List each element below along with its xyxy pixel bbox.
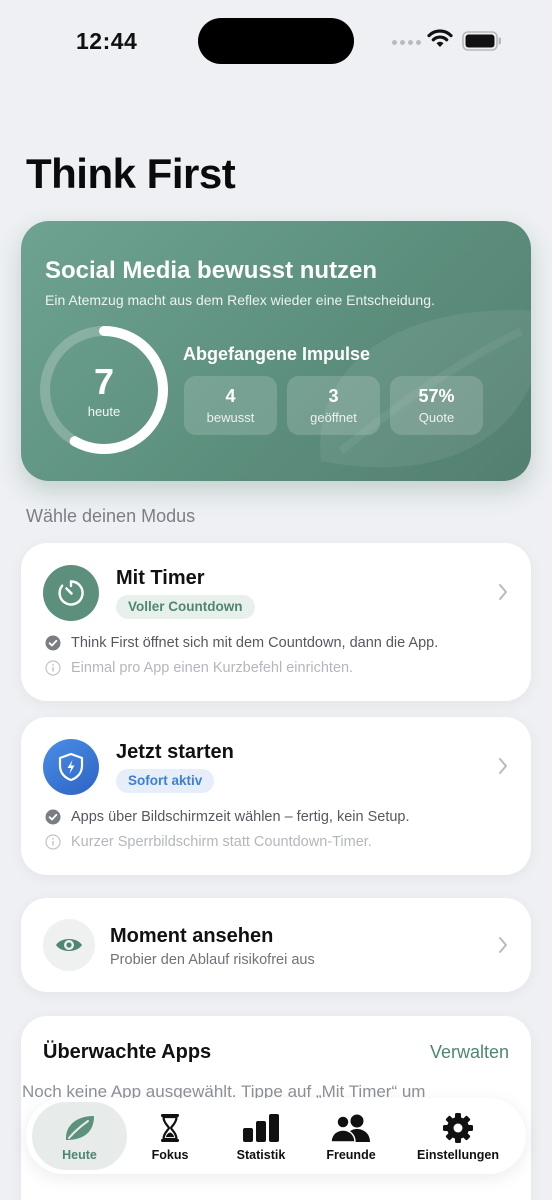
info-text: Einmal pro App einen Kurzbefehl einricht… — [71, 660, 354, 676]
battery-icon — [462, 31, 501, 51]
check-text: Apps über Bildschirmzeit wählen – fertig… — [71, 809, 410, 825]
stat-quote: 57% Quote — [390, 376, 483, 435]
mode-badge: Sofort aktiv — [116, 769, 215, 793]
ring-count: 7 — [93, 361, 115, 402]
stat-value: 4 — [225, 386, 236, 406]
watched-apps-title: Überwachte Apps — [43, 1041, 212, 1063]
tab-label: Statistik — [236, 1148, 286, 1162]
tab-label: Fokus — [151, 1148, 189, 1162]
info-text: Kurzer Sperrbildschirm statt Countdown-T… — [71, 834, 372, 850]
tab-bar: Heute Fokus Statistik Freunde Einstellun… — [26, 1098, 526, 1174]
mode-info-line: Einmal pro App einen Kurzbefehl einricht… — [45, 660, 353, 676]
page-title: Think First — [26, 150, 236, 197]
section-heading: Wähle deinen Modus — [26, 506, 196, 526]
moment-title: Moment ansehen — [110, 925, 274, 947]
check-text: Think First öffnet sich mit dem Countdow… — [71, 635, 439, 651]
tab-fokus[interactable]: Fokus — [127, 1102, 213, 1170]
tab-label: Heute — [62, 1148, 97, 1162]
mode-card-timer[interactable]: Mit Timer Voller Countdown Think First ö… — [21, 543, 531, 701]
stat-bewusst: 4 bewusst — [184, 376, 277, 435]
stat-value: 3 — [328, 386, 339, 406]
status-bar: 12:44 — [0, 0, 552, 84]
tab-freunde[interactable]: Freunde — [308, 1102, 394, 1170]
tab-heute[interactable]: Heute — [32, 1102, 127, 1170]
checkmark-icon — [45, 635, 61, 651]
mode-check-line: Apps über Bildschirmzeit wählen – fertig… — [45, 809, 410, 825]
chevron-right-icon — [499, 758, 507, 774]
tab-label: Freunde — [326, 1148, 376, 1162]
mode-title: Mit Timer — [116, 567, 205, 589]
gear-icon — [442, 1110, 474, 1146]
chart-bars-icon — [241, 1110, 281, 1146]
hero-card: Social Media bewusst nutzen Ein Atemzug … — [21, 221, 531, 481]
chevron-right-icon — [499, 937, 507, 953]
stat-label: geöffnet — [310, 410, 357, 425]
info-icon — [45, 660, 61, 676]
stat-label: bewusst — [206, 410, 255, 425]
ring-label: heute — [87, 404, 121, 419]
moment-subtitle: Probier den Ablauf risikofrei aus — [110, 952, 315, 968]
manage-link[interactable]: Verwalten — [430, 1042, 509, 1063]
mode-info-line: Kurzer Sperrbildschirm statt Countdown-T… — [45, 834, 372, 850]
wifi-icon — [427, 29, 453, 47]
dynamic-island — [198, 18, 354, 64]
people-icon — [330, 1110, 372, 1146]
hourglass-icon — [159, 1110, 181, 1146]
mode-check-line: Think First öffnet sich mit dem Countdow… — [45, 635, 438, 651]
mode-card-start-now[interactable]: Jetzt starten Sofort aktiv Apps über Bil… — [21, 717, 531, 875]
stat-value: 57% — [418, 386, 455, 406]
tab-einstellungen[interactable]: Einstellungen — [406, 1102, 510, 1170]
status-time: 12:44 — [76, 28, 138, 54]
mode-title: Jetzt starten — [116, 741, 234, 763]
tab-statistik[interactable]: Statistik — [216, 1102, 306, 1170]
tab-label: Einstellungen — [417, 1148, 499, 1162]
checkmark-icon — [45, 809, 61, 825]
chevron-right-icon — [499, 584, 507, 600]
leaf-icon — [63, 1110, 97, 1146]
mode-badge: Voller Countdown — [116, 595, 255, 619]
info-icon — [45, 834, 61, 850]
hero-subtitle: Ein Atemzug macht aus dem Reflex wieder … — [45, 292, 435, 308]
eye-icon — [43, 919, 95, 971]
shield-bolt-icon — [43, 739, 99, 795]
stat-geoeffnet: 3 geöffnet — [287, 376, 380, 435]
timer-icon — [43, 565, 99, 621]
signal-icon — [392, 40, 421, 45]
stat-label: Quote — [418, 410, 455, 425]
impulses-title: Abgefangene Impulse — [183, 344, 371, 364]
moment-card[interactable]: Moment ansehen Probier den Ablauf risiko… — [21, 898, 531, 992]
hero-title: Social Media bewusst nutzen — [45, 257, 378, 284]
